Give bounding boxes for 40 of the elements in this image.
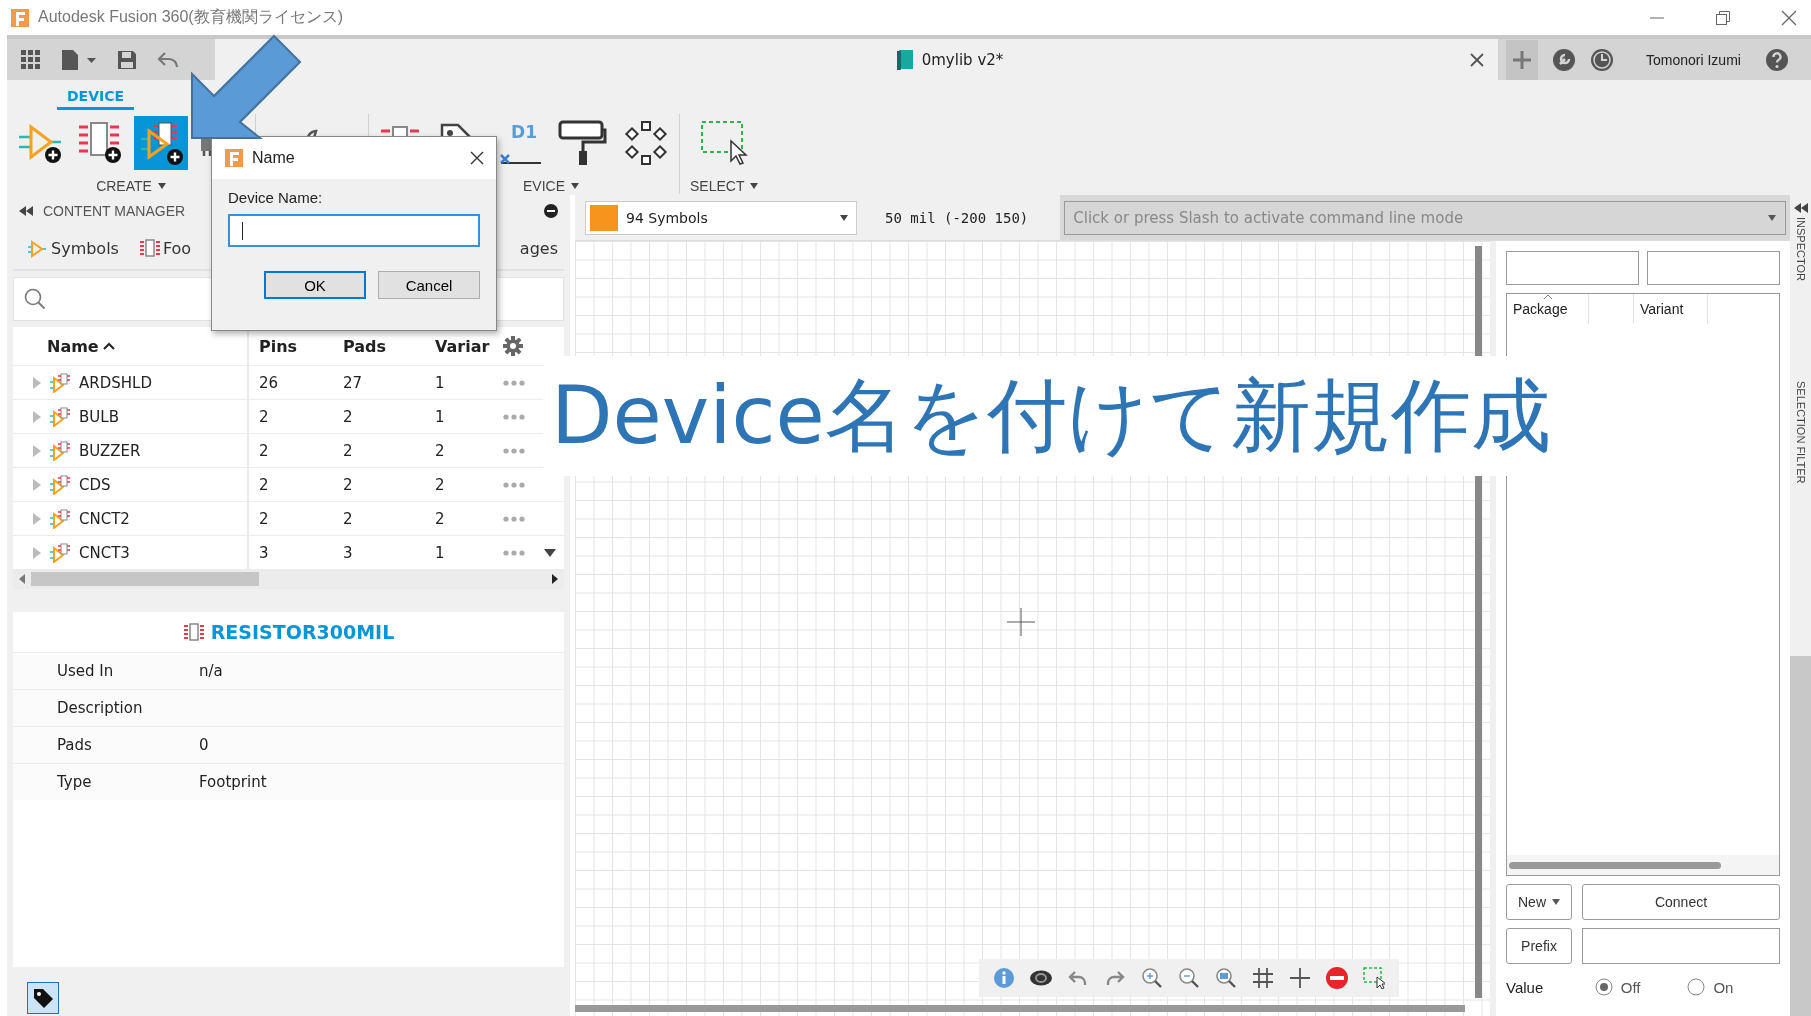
table-cell-text: 1 (434, 543, 446, 562)
dialog-title: Name (252, 149, 295, 167)
table-cell-text: 2 (342, 407, 354, 426)
table-cell-text: 2 (258, 441, 270, 460)
panel-title: CONTENT MANAGER (43, 203, 186, 219)
component-title: RESISTOR300MIL (210, 621, 395, 643)
table-cell-text: 3 (258, 543, 270, 562)
property-value: 0 (199, 736, 209, 754)
property-label: Pads (56, 736, 93, 754)
field-label: Device Name: (228, 189, 324, 206)
property-value: Footprint (199, 773, 267, 791)
window-title: Autodesk Fusion 360(教育機関ライセンス) (38, 7, 343, 27)
cursor-coordinates: 50 mil (-200 150) (885, 209, 1029, 226)
table-cell-text: 2 (258, 509, 270, 528)
property-label: Description (56, 699, 144, 717)
table-cell-text: 2 (258, 475, 270, 494)
property-label: Type (56, 773, 93, 791)
table-cell-text: 2 (434, 475, 446, 494)
device-name: BULB (79, 407, 119, 426)
table-cell-text: 1 (434, 373, 446, 392)
table-cell-text: 2 (434, 509, 446, 528)
tool-label: D1 (511, 121, 538, 143)
device-name: CDS (79, 475, 111, 494)
table-cell-text: 3 (342, 543, 354, 562)
property-label: Used In (56, 662, 115, 680)
table-cell-text: 2 (342, 475, 354, 494)
device-name: ARDSHLD (79, 373, 152, 392)
table-cell-text: 1 (434, 407, 446, 426)
document-title: 0mylib v2* (921, 50, 1004, 69)
table-cell-text: 2 (434, 441, 446, 460)
table-cell-text: 27 (342, 373, 364, 392)
table-cell-text: 26 (258, 373, 280, 392)
table-cell-text: 2 (342, 441, 354, 460)
device-name: BUZZER (79, 441, 141, 460)
device-name: CNCT3 (79, 543, 130, 562)
device-name: CNCT2 (79, 509, 130, 528)
table-cell-text: 2 (258, 407, 270, 426)
property-value: n/a (199, 662, 223, 680)
field-label: Value (1506, 978, 1545, 996)
table-cell-text: 2 (342, 509, 354, 528)
